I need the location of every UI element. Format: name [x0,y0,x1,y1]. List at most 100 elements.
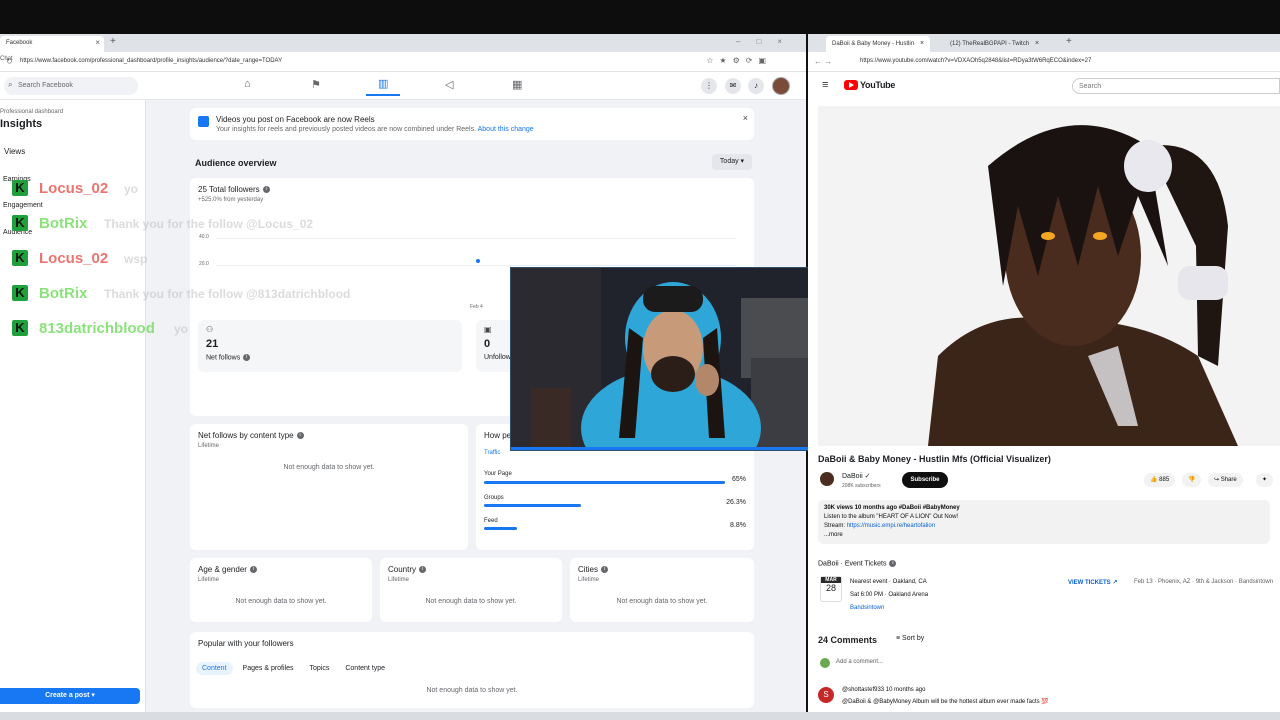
event-time: Sat 6:00 PM · Oakland Arena [850,592,929,598]
info-icon[interactable]: i [296,432,304,440]
description-line: Listen to the album "HEART OF A LION" Ou… [824,514,959,520]
webcam-bar [511,447,833,450]
address-bar[interactable]: ↻ https://www.facebook.com/professional_… [0,52,806,72]
reels-icon [198,116,209,127]
new-tab-icon[interactable]: + [110,36,116,47]
chat-username: Locus_02 [39,180,109,197]
stream-label: Stream: [824,523,846,529]
info-icon[interactable]: i [889,560,897,567]
breadcrumb[interactable]: Professional dashboard [0,109,63,115]
messenger-icon[interactable]: ✉ [725,78,741,94]
info-icon[interactable]: i [249,566,257,574]
flag-icon[interactable]: ⚑ [311,78,321,91]
about-change-link[interactable]: About this change [478,126,534,133]
close-icon[interactable]: × [95,38,100,47]
video-description[interactable]: 30K views 10 months ago #DaBoii #BabyMon… [818,500,1270,544]
search-input[interactable]: ⌕ Search Facebook [4,77,138,95]
info-icon[interactable]: i [419,566,427,574]
external-link-icon: ↗ [1112,580,1118,586]
chat-text: yo [124,182,139,196]
like-count: 885 [1159,477,1170,483]
sidebar-item-views[interactable]: Views [4,147,25,156]
view-tickets-button[interactable]: VIEW TICKETS ↗ [1068,579,1117,586]
date-range-select[interactable]: Today ▾ [712,154,752,170]
info-icon[interactable]: i [243,354,251,361]
browser-tab-twitch[interactable]: (12) TheRealBGPAPI - Twitch × [944,36,1045,52]
more-actions-button[interactable]: ✦ [1256,473,1274,487]
next-event[interactable]: Feb 13 · Phoenix, AZ · 9th & Jackson · B… [1134,579,1273,585]
thumbs-down-icon: 👎 [1188,477,1196,483]
chat-message: K Locus_02 wsp [0,242,420,277]
kick-icon: K [12,320,28,336]
data-point[interactable] [476,259,480,263]
extension-icons[interactable]: ☆★⚙⟳▣ [706,56,772,65]
comment-avatar[interactable]: S [818,687,834,703]
browser-tab-facebook[interactable]: Facebook × [0,36,104,52]
address-bar[interactable]: ← → https://www.youtube.com/watch?v=VDXA… [808,52,1280,72]
tab-title: Facebook [6,40,33,46]
tab-topics[interactable]: Topics [304,662,336,675]
search-input[interactable]: Search [1072,78,1280,94]
tab-content[interactable]: Content [196,662,233,675]
home-icon[interactable]: ⌂ [244,78,251,90]
close-icon[interactable]: × [920,40,924,47]
card-title-text: Net follows by content type [198,431,294,440]
chat-username: 813datrichblood [39,320,155,337]
event-date-badge: MAR 28 [820,576,842,602]
chat-message: K Locus_02 yo [0,172,420,207]
window-controls[interactable]: –□× [736,37,798,46]
new-tab-icon[interactable]: + [1066,36,1072,47]
empty-state: Not enough data to show yet. [283,464,375,471]
webcam-overlay [510,267,834,451]
menu-icon[interactable]: ≡ [822,79,828,91]
avatar[interactable] [772,77,790,95]
add-comment-input[interactable]: Add a comment... [836,659,883,665]
url-text[interactable]: https://www.youtube.com/watch?v=VDXAOh5q… [860,58,1091,64]
youtube-logo-text[interactable]: YouTube [860,80,895,90]
subscribe-button[interactable]: Subscribe [902,472,948,488]
tab-strip: Facebook × + –□× [0,34,806,52]
close-icon[interactable]: × [1035,40,1039,47]
traffic-pct: 26.3% [726,499,746,506]
dislike-button[interactable]: 👎 [1182,473,1202,487]
calendar-icon[interactable]: ▦ [512,78,522,91]
comment-author[interactable]: @shottastef933 10 months ago [842,687,925,693]
tab-content-type[interactable]: Content type [339,662,391,675]
youtube-logo-icon[interactable] [844,80,858,90]
share-button[interactable]: ↪ Share [1208,473,1243,487]
kick-icon: K [12,250,28,266]
stream-link[interactable]: https://music.empi.re/heartofalion [847,523,935,529]
chat-message: K 813datrichblood yo [0,312,420,347]
chat-text: wsp [124,252,148,266]
sort-by-button[interactable]: ≡ Sort by [896,635,924,642]
megaphone-icon[interactable]: ◁ [445,78,453,91]
youtube-header: ≡ YouTube Search [808,72,1280,100]
popular-card: Popular with your followers Content Pages… [190,632,754,708]
taskbar [0,712,1280,720]
reels-banner: Videos you post on Facebook are now Reel… [190,108,754,140]
tab-title: DaBoii & Baby Money - Hustlin [832,41,915,47]
event-source-link[interactable]: Bandsintown [850,605,884,611]
back-icon[interactable]: ← → [814,57,832,66]
verified-icon: ✓ [864,473,871,480]
browser-tab-youtube[interactable]: DaBoii & Baby Money - Hustlin × [826,36,931,52]
channel-name[interactable]: DaBoii ✓ [842,472,870,480]
notifications-icon[interactable]: ♪ [748,78,764,94]
info-icon[interactable]: i [601,566,609,574]
video-player[interactable] [818,106,1280,446]
tab-pages-profiles[interactable]: Pages & profiles [237,662,300,675]
tab-traffic[interactable]: Traffic [484,450,500,456]
card-subtitle: Lifetime [388,577,410,583]
show-more[interactable]: ...more [824,531,1264,540]
insights-icon[interactable]: ▥ [366,77,401,96]
chat-extension-label[interactable]: Chat [0,56,420,62]
menu-grid-icon[interactable]: ⋮ [701,78,717,94]
like-button[interactable]: 👍 885 [1144,473,1176,487]
card-subtitle: Lifetime [198,577,220,583]
chat-username: BotRix [39,215,88,232]
unfollow-icon: ▣ [484,325,492,334]
card-title: Net follows by content type i [198,431,304,440]
create-post-button[interactable]: Create a post ▾ [0,688,140,704]
channel-avatar[interactable] [820,472,834,486]
close-icon[interactable]: × [743,113,748,123]
